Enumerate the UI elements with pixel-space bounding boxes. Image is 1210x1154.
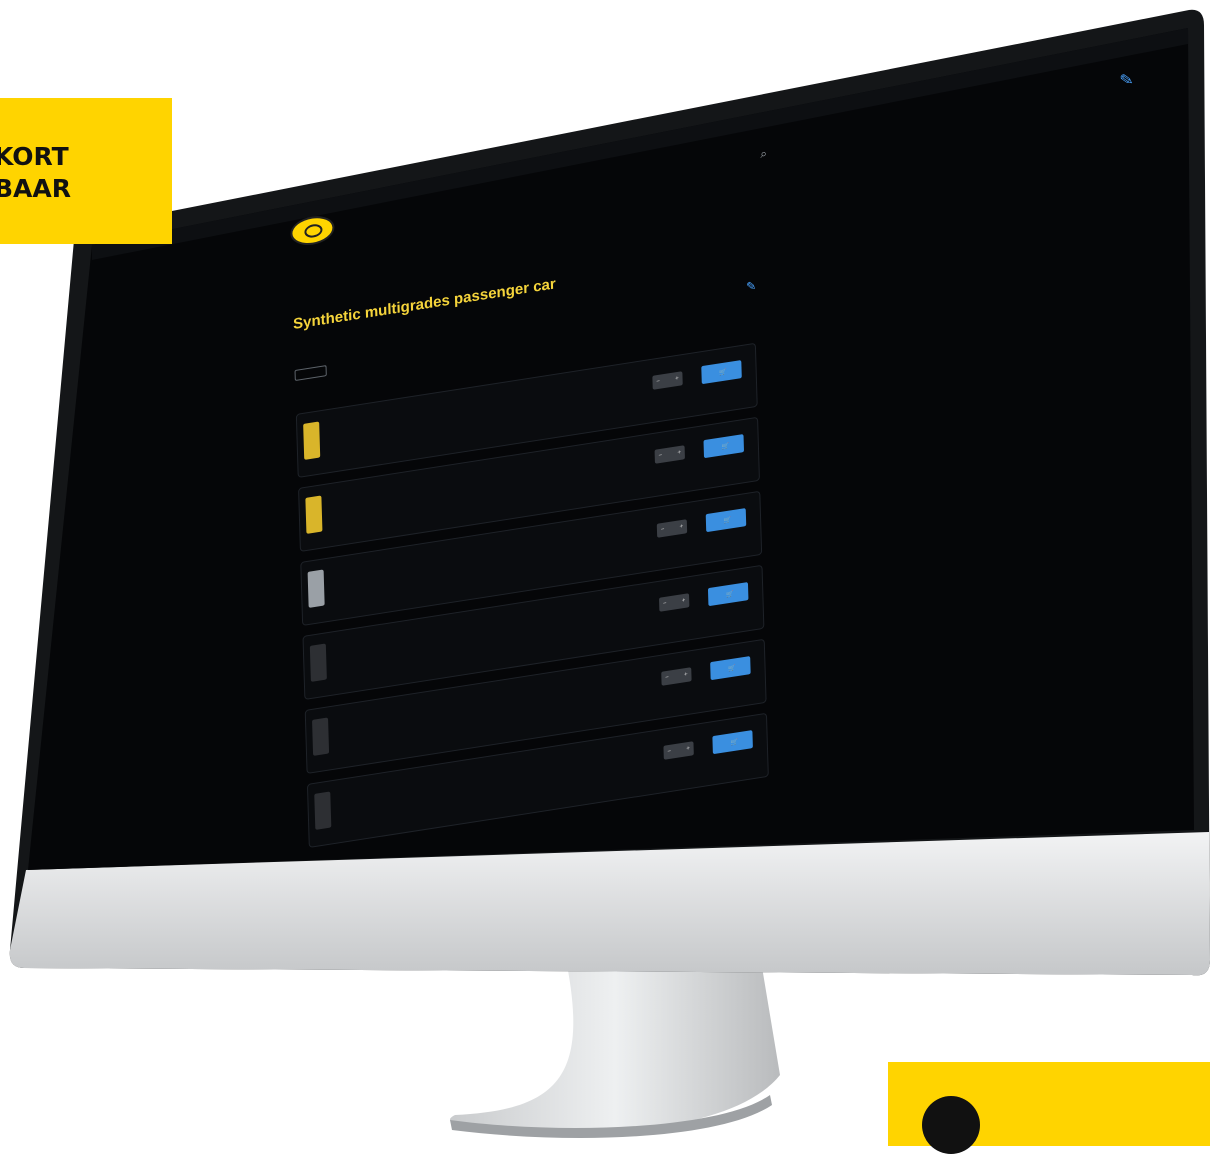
promo-bottom — [888, 1062, 1210, 1154]
brand-logo[interactable] — [290, 213, 335, 248]
order-button[interactable]: 🛒 — [710, 656, 751, 681]
order-button[interactable]: 🛒 — [701, 360, 742, 385]
filter-select[interactable] — [294, 365, 327, 381]
cart-icon: 🛒 — [728, 664, 736, 672]
app-content: ⌕ Synthetic multigrades passenger car ✎ … — [290, 115, 989, 860]
order-button[interactable]: 🛒 — [703, 434, 745, 459]
order-button[interactable]: 🛒 — [712, 730, 753, 755]
product-thumbnail[interactable] — [312, 717, 330, 756]
quantity-stepper[interactable]: − + — [654, 445, 685, 464]
minus-icon[interactable]: − — [658, 453, 662, 460]
promo-line-2: BAAR — [0, 174, 72, 203]
quantity-stepper[interactable]: − + — [661, 667, 692, 686]
minus-icon[interactable]: − — [661, 527, 665, 534]
plus-icon[interactable]: + — [677, 450, 681, 457]
plus-icon[interactable]: + — [682, 598, 686, 605]
screen: ✎ ⌕ Synthetic multigrades passenger car … — [0, 0, 1206, 980]
quantity-stepper[interactable]: − + — [656, 519, 688, 538]
quantity-stepper[interactable]: − + — [658, 593, 690, 612]
wrench-icon[interactable]: ✎ — [746, 278, 756, 294]
product-thumbnail[interactable] — [307, 569, 325, 608]
minus-icon[interactable]: − — [665, 675, 669, 682]
order-button[interactable]: 🛒 — [705, 508, 747, 533]
order-button[interactable]: 🛒 — [707, 582, 749, 607]
page-title: Synthetic multigrades passenger car — [292, 275, 556, 333]
search-icon[interactable]: ⌕ — [760, 146, 767, 162]
cart-icon: 🛒 — [721, 442, 730, 450]
cart-icon: 🛒 — [725, 590, 734, 598]
promo-tag: KORT BAAR — [0, 98, 172, 244]
plus-icon[interactable]: + — [684, 672, 688, 679]
minus-icon[interactable]: − — [656, 379, 660, 386]
minus-icon[interactable]: − — [667, 749, 671, 756]
monitor-stand — [440, 955, 780, 1145]
cart-icon: 🛒 — [723, 516, 732, 524]
minus-icon[interactable]: − — [663, 601, 667, 608]
product-list: − + 🛒 − + 🛒 − + 🛒 − + 🛒 − + 🛒 − + 🛒 — [295, 342, 769, 858]
cart-icon: 🛒 — [730, 738, 738, 746]
plus-icon[interactable]: + — [680, 524, 684, 531]
main-nav — [292, 261, 364, 272]
product-thumbnail[interactable] — [309, 643, 327, 682]
plus-icon[interactable]: + — [675, 376, 679, 383]
product-thumbnail[interactable] — [303, 421, 321, 460]
plus-icon[interactable]: + — [686, 746, 690, 753]
circle-icon — [922, 1096, 980, 1154]
promo-line-1: KORT — [0, 142, 69, 171]
quantity-stepper[interactable]: − + — [663, 741, 694, 760]
product-thumbnail[interactable] — [314, 791, 332, 830]
quantity-stepper[interactable]: − + — [652, 371, 683, 390]
product-thumbnail[interactable] — [305, 495, 323, 534]
cart-icon: 🛒 — [719, 368, 727, 376]
